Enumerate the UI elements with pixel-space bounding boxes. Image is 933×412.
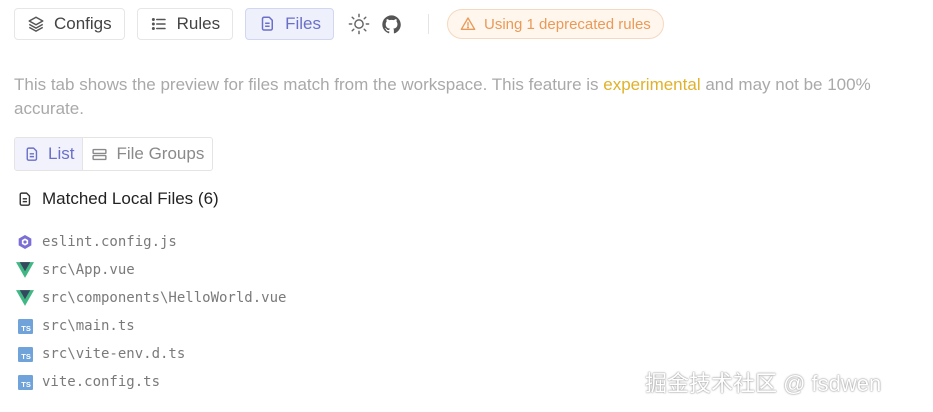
description-text: This tab shows the preview for files mat… [14, 75, 604, 94]
top-navigation: Configs Rules Files Using 1 deprecated r… [14, 7, 664, 41]
file-item[interactable]: TS vite.config.ts [16, 368, 286, 396]
stack-icon [92, 148, 108, 160]
tab-rules-label: Rules [176, 14, 221, 33]
file-item[interactable]: TS src\main.ts [16, 312, 286, 340]
eslint-icon [16, 233, 34, 251]
sun-icon [348, 13, 370, 35]
file-item[interactable]: TS src\vite-env.d.ts [16, 340, 286, 368]
file-item[interactable]: src\components\HelloWorld.vue [16, 284, 286, 312]
svg-text:TS: TS [21, 324, 31, 333]
theme-toggle-button[interactable] [346, 11, 372, 37]
watermark: 掘金技术社区 @ fsdwen [645, 371, 882, 396]
file-name: src\components\HelloWorld.vue [42, 290, 287, 306]
typescript-icon: TS [16, 373, 34, 391]
typescript-icon: TS [16, 345, 34, 363]
list-view-label: List [48, 144, 75, 163]
warning-icon [460, 17, 476, 30]
view-mode-toggle: List File Groups [14, 137, 214, 171]
deprecated-rules-text: Using 1 deprecated rules [484, 15, 651, 33]
tab-rules[interactable]: Rules [136, 8, 234, 40]
matched-files-title: Matched Local Files (6) [42, 189, 219, 208]
file-name: src\App.vue [42, 262, 135, 278]
files-icon [19, 191, 31, 206]
tab-files[interactable]: Files [245, 8, 335, 40]
experimental-highlight: experimental [603, 75, 701, 94]
list-view-button[interactable]: List [15, 138, 84, 170]
toolbar-divider [428, 14, 430, 34]
github-link[interactable] [378, 11, 404, 37]
matched-files-list: eslint.config.js src\App.vue src\compone… [16, 228, 286, 396]
list-icon [151, 18, 166, 30]
vue-icon [16, 261, 34, 279]
file-name: src\vite-env.d.ts [42, 346, 186, 362]
tab-files-label: Files [285, 14, 322, 33]
matched-files-heading: Matched Local Files (6) [16, 187, 219, 211]
file-name: eslint.config.js [42, 234, 177, 250]
tab-configs-label: Configs [54, 14, 112, 33]
files-icon [26, 146, 38, 161]
layers-icon [28, 16, 44, 32]
file-name: src\main.ts [42, 318, 135, 334]
file-groups-view-label: File Groups [116, 144, 205, 163]
files-tab-description: This tab shows the preview for files mat… [14, 73, 904, 121]
vue-icon [16, 289, 34, 307]
github-icon [381, 14, 401, 33]
svg-text:TS: TS [21, 380, 31, 389]
file-name: vite.config.ts [42, 374, 161, 390]
deprecated-rules-badge[interactable]: Using 1 deprecated rules [447, 9, 664, 39]
svg-text:TS: TS [21, 352, 31, 361]
tab-configs[interactable]: Configs [14, 8, 125, 40]
file-groups-view-button[interactable]: File Groups [83, 138, 212, 170]
typescript-icon: TS [16, 317, 34, 335]
file-item[interactable]: eslint.config.js [16, 228, 286, 256]
file-item[interactable]: src\App.vue [16, 256, 286, 284]
files-icon [261, 16, 274, 31]
